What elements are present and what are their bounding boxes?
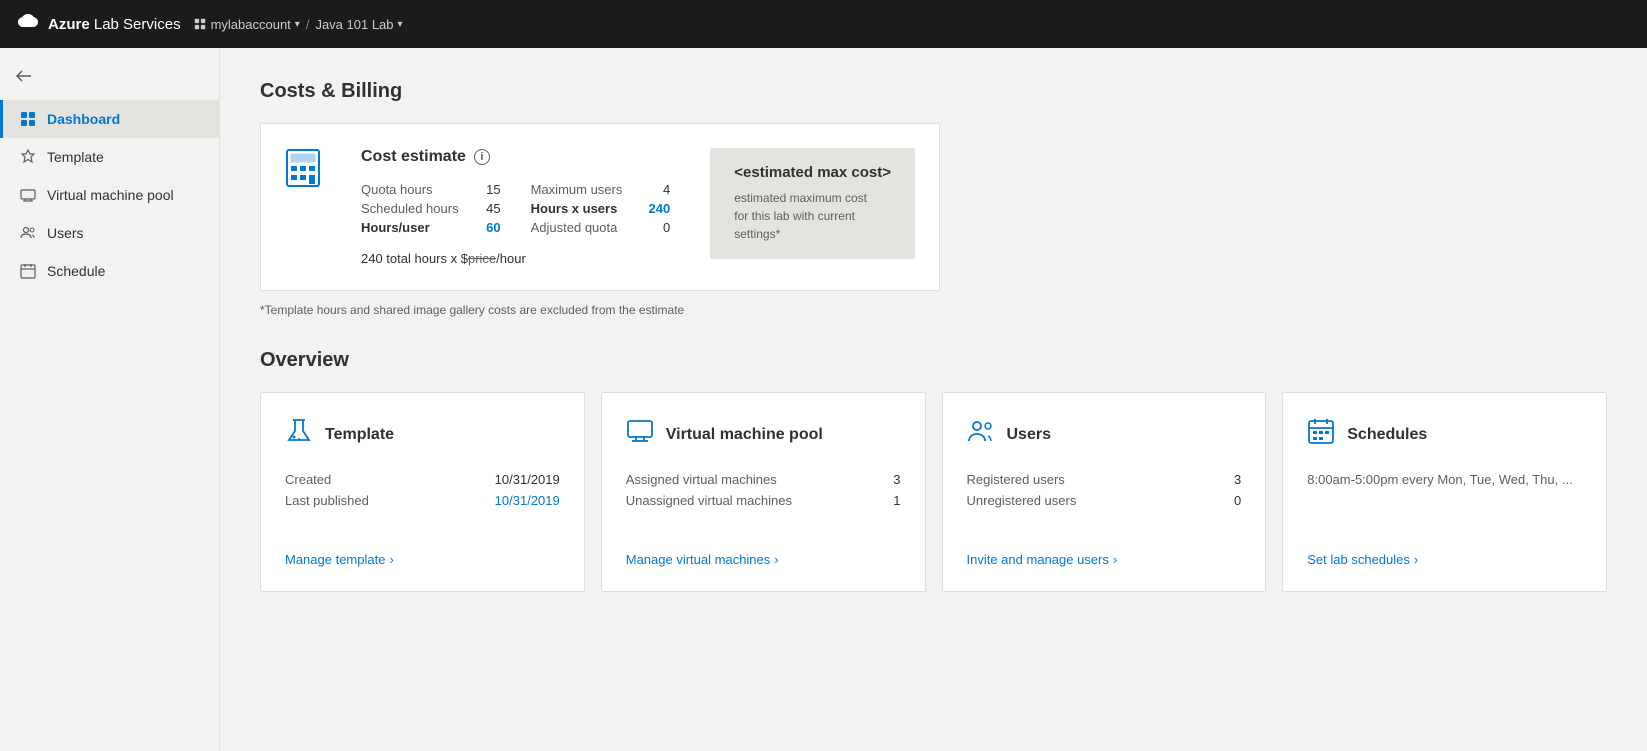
info-icon[interactable]: i [474, 149, 490, 165]
estimated-cost-value: <estimated max cost> [734, 164, 891, 181]
cost-grid: Quota hours 15 Maximum users 4 Scheduled… [361, 182, 670, 235]
manage-vms-link[interactable]: Manage virtual machines › [626, 552, 901, 567]
breadcrumb-separator: / [306, 17, 310, 32]
app-name: Azure Lab Services [48, 16, 181, 33]
monitor-icon [626, 417, 654, 452]
flask-icon [285, 417, 313, 452]
app-logo: Azure Lab Services [16, 12, 181, 36]
overview-card-header-users: Users [967, 417, 1242, 452]
scheduled-hours-row: Scheduled hours 45 [361, 201, 501, 216]
azure-logo-icon [16, 12, 40, 36]
invite-users-arrow: › [1113, 552, 1117, 567]
hours-x-users-row: Hours x users 240 [531, 201, 671, 216]
sidebar-item-users[interactable]: Users [0, 214, 219, 252]
overview-card-title-users: Users [1007, 426, 1051, 444]
template-published-row: Last published 10/31/2019 [285, 493, 560, 508]
max-users-row: Maximum users 4 [531, 182, 671, 197]
sidebar-item-dashboard[interactable]: Dashboard [0, 100, 219, 138]
lab-dropdown-icon: ▾ [398, 19, 403, 30]
manage-template-arrow: › [389, 552, 393, 567]
sidebar: Dashboard Template Virtual machine pool [0, 48, 220, 751]
sidebar-item-schedule[interactable]: Schedule [0, 252, 219, 290]
sidebar-collapse-button[interactable] [0, 60, 219, 92]
dashboard-icon [19, 110, 37, 128]
schedule-text: 8:00am-5:00pm every Mon, Tue, Wed, Thu, … [1307, 472, 1582, 487]
estimated-cost-box: <estimated max cost> estimated maximum c… [710, 148, 915, 259]
calendar-icon [1307, 417, 1335, 452]
overview-card-footer-users: Invite and manage users › [967, 540, 1242, 567]
account-link[interactable]: mylabaccount ▾ [193, 17, 300, 32]
account-dropdown-icon: ▾ [295, 19, 300, 30]
cost-estimate-card: Cost estimate i Quota hours 15 Maximum u… [260, 123, 940, 291]
overview-card-title-vm-pool: Virtual machine pool [666, 426, 823, 444]
collapse-icon [16, 68, 32, 84]
overview-card-users: Users Registered users 3 Unregistered us… [942, 392, 1267, 592]
sidebar-item-label-template: Template [47, 149, 104, 165]
hours-per-user-row: Hours/user 60 [361, 220, 501, 235]
estimated-cost-desc: estimated maximum cost for this lab with… [734, 189, 867, 243]
overview-card-body-template: Created 10/31/2019 Last published 10/31/… [285, 472, 560, 516]
template-created-row: Created 10/31/2019 [285, 472, 560, 487]
cost-total-line: 240 total hours x $price/hour [361, 251, 670, 266]
cost-card-content: Cost estimate i Quota hours 15 Maximum u… [361, 148, 670, 266]
invite-manage-users-link[interactable]: Invite and manage users › [967, 552, 1242, 567]
overview-card-body-users: Registered users 3 Unregistered users 0 [967, 472, 1242, 516]
account-icon [193, 17, 207, 31]
overview-card-footer-vm-pool: Manage virtual machines › [626, 540, 901, 567]
unassigned-vms-row: Unassigned virtual machines 1 [626, 493, 901, 508]
main-layout: Dashboard Template Virtual machine pool [0, 48, 1647, 751]
set-lab-schedules-link[interactable]: Set lab schedules › [1307, 552, 1582, 567]
overview-section-title: Overview [260, 349, 1607, 372]
sidebar-item-label-vm-pool: Virtual machine pool [47, 187, 174, 203]
overview-card-title-template: Template [325, 426, 394, 444]
users-card-icon [967, 417, 995, 452]
cost-footnote: *Template hours and shared image gallery… [260, 303, 1607, 317]
overview-card-body-schedules: 8:00am-5:00pm every Mon, Tue, Wed, Thu, … [1307, 472, 1582, 516]
breadcrumb: mylabaccount ▾ / Java 101 Lab ▾ [193, 17, 403, 32]
assigned-vms-row: Assigned virtual machines 3 [626, 472, 901, 487]
main-content: Costs & Billing Cost estimate [220, 48, 1647, 751]
overview-grid: Template Created 10/31/2019 Last publish… [260, 392, 1607, 592]
sidebar-item-label-schedule: Schedule [47, 263, 105, 279]
overview-card-template: Template Created 10/31/2019 Last publish… [260, 392, 585, 592]
topbar: Azure Lab Services mylabaccount ▾ / Java… [0, 0, 1647, 48]
calculator-icon [285, 148, 321, 196]
sidebar-item-label-users: Users [47, 225, 84, 241]
schedule-icon [19, 262, 37, 280]
overview-card-schedules: Schedules 8:00am-5:00pm every Mon, Tue, … [1282, 392, 1607, 592]
overview-card-footer-template: Manage template › [285, 540, 560, 567]
adjusted-quota-row: Adjusted quota 0 [531, 220, 671, 235]
template-icon [19, 148, 37, 166]
unregistered-users-row: Unregistered users 0 [967, 493, 1242, 508]
users-icon [19, 224, 37, 242]
costs-section-title: Costs & Billing [260, 80, 1607, 103]
manage-template-link[interactable]: Manage template › [285, 552, 560, 567]
lab-link[interactable]: Java 101 Lab ▾ [315, 17, 402, 32]
overview-card-vm-pool: Virtual machine pool Assigned virtual ma… [601, 392, 926, 592]
sidebar-item-template[interactable]: Template [0, 138, 219, 176]
cost-card-title: Cost estimate i [361, 148, 670, 166]
manage-vms-arrow: › [774, 552, 778, 567]
sidebar-item-label-dashboard: Dashboard [47, 111, 120, 127]
overview-card-header-template: Template [285, 417, 560, 452]
vm-pool-icon [19, 186, 37, 204]
registered-users-row: Registered users 3 [967, 472, 1242, 487]
quota-hours-row: Quota hours 15 [361, 182, 501, 197]
sidebar-item-vm-pool[interactable]: Virtual machine pool [0, 176, 219, 214]
set-schedules-arrow: › [1414, 552, 1418, 567]
overview-card-footer-schedules: Set lab schedules › [1307, 540, 1582, 567]
overview-card-title-schedules: Schedules [1347, 426, 1427, 444]
overview-card-body-vm-pool: Assigned virtual machines 3 Unassigned v… [626, 472, 901, 516]
overview-card-header-schedules: Schedules [1307, 417, 1582, 452]
overview-card-header-vm-pool: Virtual machine pool [626, 417, 901, 452]
